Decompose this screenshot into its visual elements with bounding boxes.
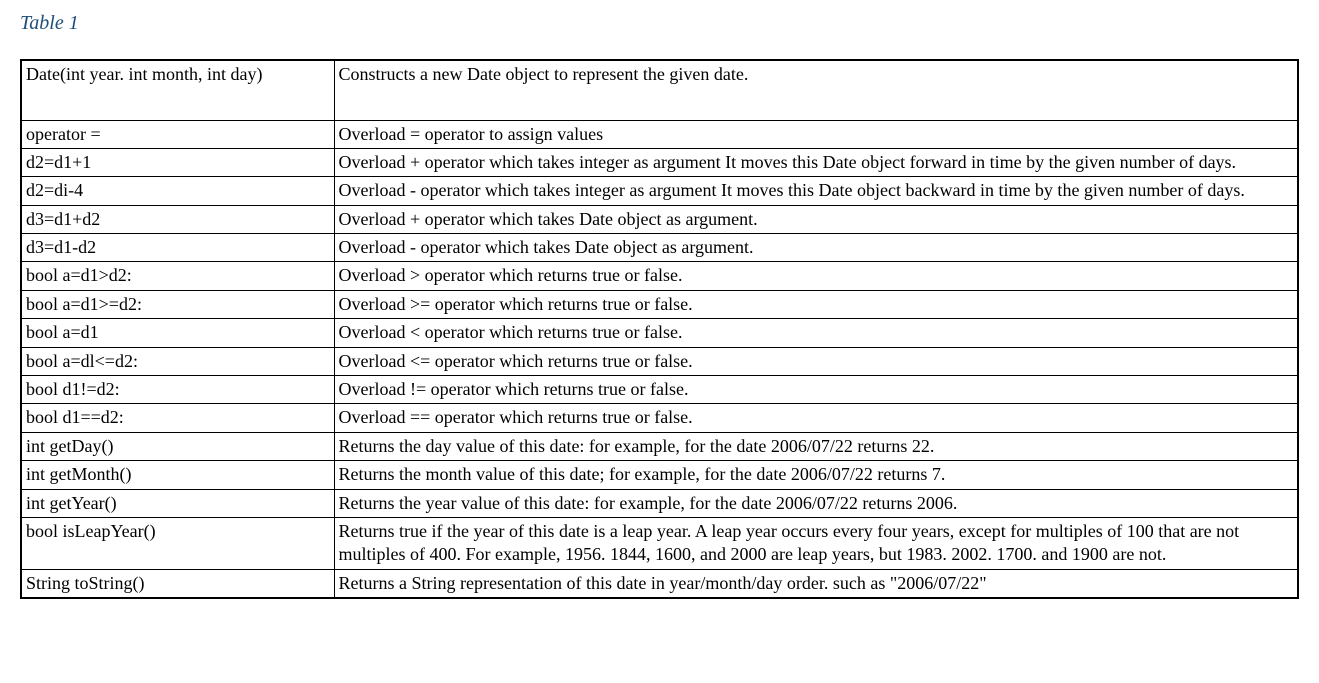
table-cell-description: Overload - operator which takes integer … [334,177,1298,205]
table-cell-description: Returns the day value of this date: for … [334,432,1298,460]
table-cell-signature: bool a=d1>=d2: [21,290,334,318]
table-cell-signature: d3=d1-d2 [21,234,334,262]
table-title: Table 1 [20,12,1299,35]
table-cell-description: Overload > operator which returns true o… [334,262,1298,290]
table-cell-description: Constructs a new Date object to represen… [334,60,1298,120]
table-cell-signature: bool d1==d2: [21,404,334,432]
table-cell-signature: bool d1!=d2: [21,376,334,404]
table-row: bool d1==d2:Overload == operator which r… [21,404,1298,432]
table-cell-signature: d3=d1+d2 [21,205,334,233]
table-row: bool a=d1>=d2:Overload >= operator which… [21,290,1298,318]
table-cell-signature: bool a=d1>d2: [21,262,334,290]
table-body: Date(int year. int month, int day)Constr… [21,60,1298,598]
table-row: String toString()Returns a String repres… [21,569,1298,598]
table-row: d2=d1+1Overload + operator which takes i… [21,148,1298,176]
table-cell-description: Overload != operator which returns true … [334,376,1298,404]
table-row: bool d1!=d2:Overload != operator which r… [21,376,1298,404]
table-cell-description: Overload = operator to assign values [334,120,1298,148]
table-row: operator =Overload = operator to assign … [21,120,1298,148]
table-row: Date(int year. int month, int day)Constr… [21,60,1298,120]
table-row: d2=di-4Overload - operator which takes i… [21,177,1298,205]
table-row: bool isLeapYear()Returns true if the yea… [21,517,1298,569]
table-row: int getYear()Returns the year value of t… [21,489,1298,517]
table-cell-signature: int getDay() [21,432,334,460]
table-cell-signature: d2=d1+1 [21,148,334,176]
table-cell-description: Returns a String representation of this … [334,569,1298,598]
table-row: d3=d1-d2Overload - operator which takes … [21,234,1298,262]
table-cell-description: Returns the year value of this date: for… [334,489,1298,517]
table-cell-signature: bool isLeapYear() [21,517,334,569]
table-cell-description: Returns the month value of this date; fo… [334,461,1298,489]
table-cell-signature: d2=di-4 [21,177,334,205]
table-cell-description: Overload >= operator which returns true … [334,290,1298,318]
table-cell-description: Overload - operator which takes Date obj… [334,234,1298,262]
table-cell-signature: String toString() [21,569,334,598]
table-row: d3=d1+d2Overload + operator which takes … [21,205,1298,233]
table-cell-description: Returns true if the year of this date is… [334,517,1298,569]
table-cell-signature: bool a=dl<=d2: [21,347,334,375]
table-cell-signature: int getYear() [21,489,334,517]
table-row: int getMonth()Returns the month value of… [21,461,1298,489]
table-cell-signature: operator = [21,120,334,148]
table-cell-description: Overload + operator which takes Date obj… [334,205,1298,233]
table-row: int getDay()Returns the day value of thi… [21,432,1298,460]
table-cell-signature: Date(int year. int month, int day) [21,60,334,120]
table-row: bool a=d1Overload < operator which retur… [21,319,1298,347]
table-cell-description: Overload == operator which returns true … [334,404,1298,432]
table-row: bool a=dl<=d2:Overload <= operator which… [21,347,1298,375]
table-row: bool a=d1>d2:Overload > operator which r… [21,262,1298,290]
table-cell-signature: bool a=d1 [21,319,334,347]
table-cell-description: Overload <= operator which returns true … [334,347,1298,375]
table-cell-description: Overload + operator which takes integer … [334,148,1298,176]
table-cell-description: Overload < operator which returns true o… [334,319,1298,347]
table-cell-signature: int getMonth() [21,461,334,489]
data-table: Date(int year. int month, int day)Constr… [20,59,1299,599]
